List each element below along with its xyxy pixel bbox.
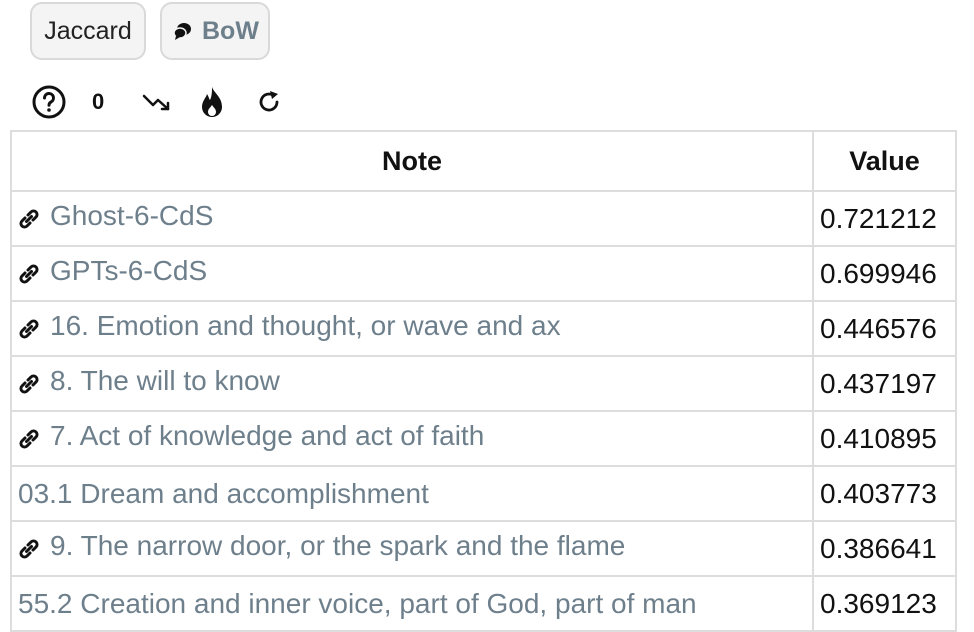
link-icon: [18, 260, 40, 284]
column-header-note[interactable]: Note: [10, 130, 814, 192]
chat-bubbles-icon: [172, 20, 194, 42]
note-title: 7. Act of knowledge and act of faith: [50, 420, 485, 451]
value-cell: 0.386641: [812, 520, 957, 577]
link-icon: [18, 425, 40, 449]
link-icon: [18, 535, 40, 559]
note-cell: Ghost-6-CdS: [10, 190, 814, 247]
help-circle-icon: [32, 85, 66, 119]
table-header-row: Note Value: [10, 130, 957, 192]
link-icon: [18, 370, 40, 394]
flame-icon: [202, 87, 223, 117]
table-row: 03.1 Dream and accomplishment 0.403773: [10, 465, 957, 522]
note-cell: 55.2 Creation and inner voice, part of G…: [10, 575, 814, 632]
value-cell: 0.410895: [812, 410, 957, 467]
help-button[interactable]: [32, 84, 66, 120]
value-cell: 0.369123: [812, 575, 957, 632]
note-title: Ghost-6-CdS: [50, 200, 214, 231]
note-cell: 7. Act of knowledge and act of faith: [10, 410, 814, 467]
note-link[interactable]: 9. The narrow door, or the spark and the…: [18, 530, 625, 562]
table-row: Ghost-6-CdS 0.721212: [10, 190, 957, 247]
column-header-value[interactable]: Value: [812, 130, 957, 192]
sort-trend-button[interactable]: [142, 84, 172, 120]
results-table: Note Value Ghost-6-CdS 0.721212 GPTs-6-CdS…: [10, 130, 957, 632]
note-link[interactable]: 16. Emotion and thought, or wave and ax: [18, 310, 561, 342]
value-cell: 0.446576: [812, 300, 957, 357]
note-cell: 16. Emotion and thought, or wave and ax: [10, 300, 814, 357]
note-link[interactable]: 7. Act of knowledge and act of faith: [18, 420, 484, 452]
note-link[interactable]: 8. The will to know: [18, 365, 280, 397]
note-title: 55.2 Creation and inner voice, part of G…: [18, 587, 697, 619]
table-row: 8. The will to know 0.437197: [10, 355, 957, 412]
value-cell: 0.437197: [812, 355, 957, 412]
note-title: GPTs-6-CdS: [50, 255, 208, 286]
table-row: 7. Act of knowledge and act of faith 0.41…: [10, 410, 957, 467]
refresh-button[interactable]: [256, 84, 282, 120]
count-value: 0: [92, 89, 105, 114]
note-title: 03.1 Dream and accomplishment: [18, 477, 429, 509]
value-cell: 0.403773: [812, 465, 957, 522]
table-row: GPTs-6-CdS 0.699946: [10, 245, 957, 302]
note-title: 16. Emotion and thought, or wave and ax: [50, 310, 561, 341]
table-row: 16. Emotion and thought, or wave and ax 0…: [10, 300, 957, 357]
tab-bow-label: BoW: [202, 16, 259, 45]
value-cell: 0.699946: [812, 245, 957, 302]
link-icon: [18, 315, 40, 339]
note-cell: 9. The narrow door, or the spark and the…: [10, 520, 814, 577]
note-cell: 03.1 Dream and accomplishment: [10, 465, 814, 522]
tab-bar: Jaccard BoW: [30, 2, 270, 60]
note-cell: GPTs-6-CdS: [10, 245, 814, 302]
link-icon: [18, 205, 40, 229]
tab-jaccard-label: Jaccard: [44, 16, 132, 45]
tab-jaccard[interactable]: Jaccard: [30, 2, 146, 60]
flame-button[interactable]: [200, 84, 224, 120]
refresh-icon: [259, 91, 279, 112]
tab-bow[interactable]: BoW: [160, 2, 270, 60]
trending-down-icon: [143, 94, 170, 111]
value-cell: 0.721212: [812, 190, 957, 247]
note-cell: 8. The will to know: [10, 355, 814, 412]
note-title: 9. The narrow door, or the spark and the…: [50, 530, 626, 561]
note-title: 8. The will to know: [50, 365, 280, 396]
toolbar: 0: [32, 84, 282, 120]
table-row: 55.2 Creation and inner voice, part of G…: [10, 575, 957, 632]
note-link[interactable]: 03.1 Dream and accomplishment: [18, 478, 429, 510]
note-link[interactable]: GPTs-6-CdS: [18, 255, 207, 287]
note-link[interactable]: Ghost-6-CdS: [18, 200, 213, 232]
table-row: 9. The narrow door, or the spark and the…: [10, 520, 957, 577]
note-link[interactable]: 55.2 Creation and inner voice, part of G…: [18, 588, 697, 620]
